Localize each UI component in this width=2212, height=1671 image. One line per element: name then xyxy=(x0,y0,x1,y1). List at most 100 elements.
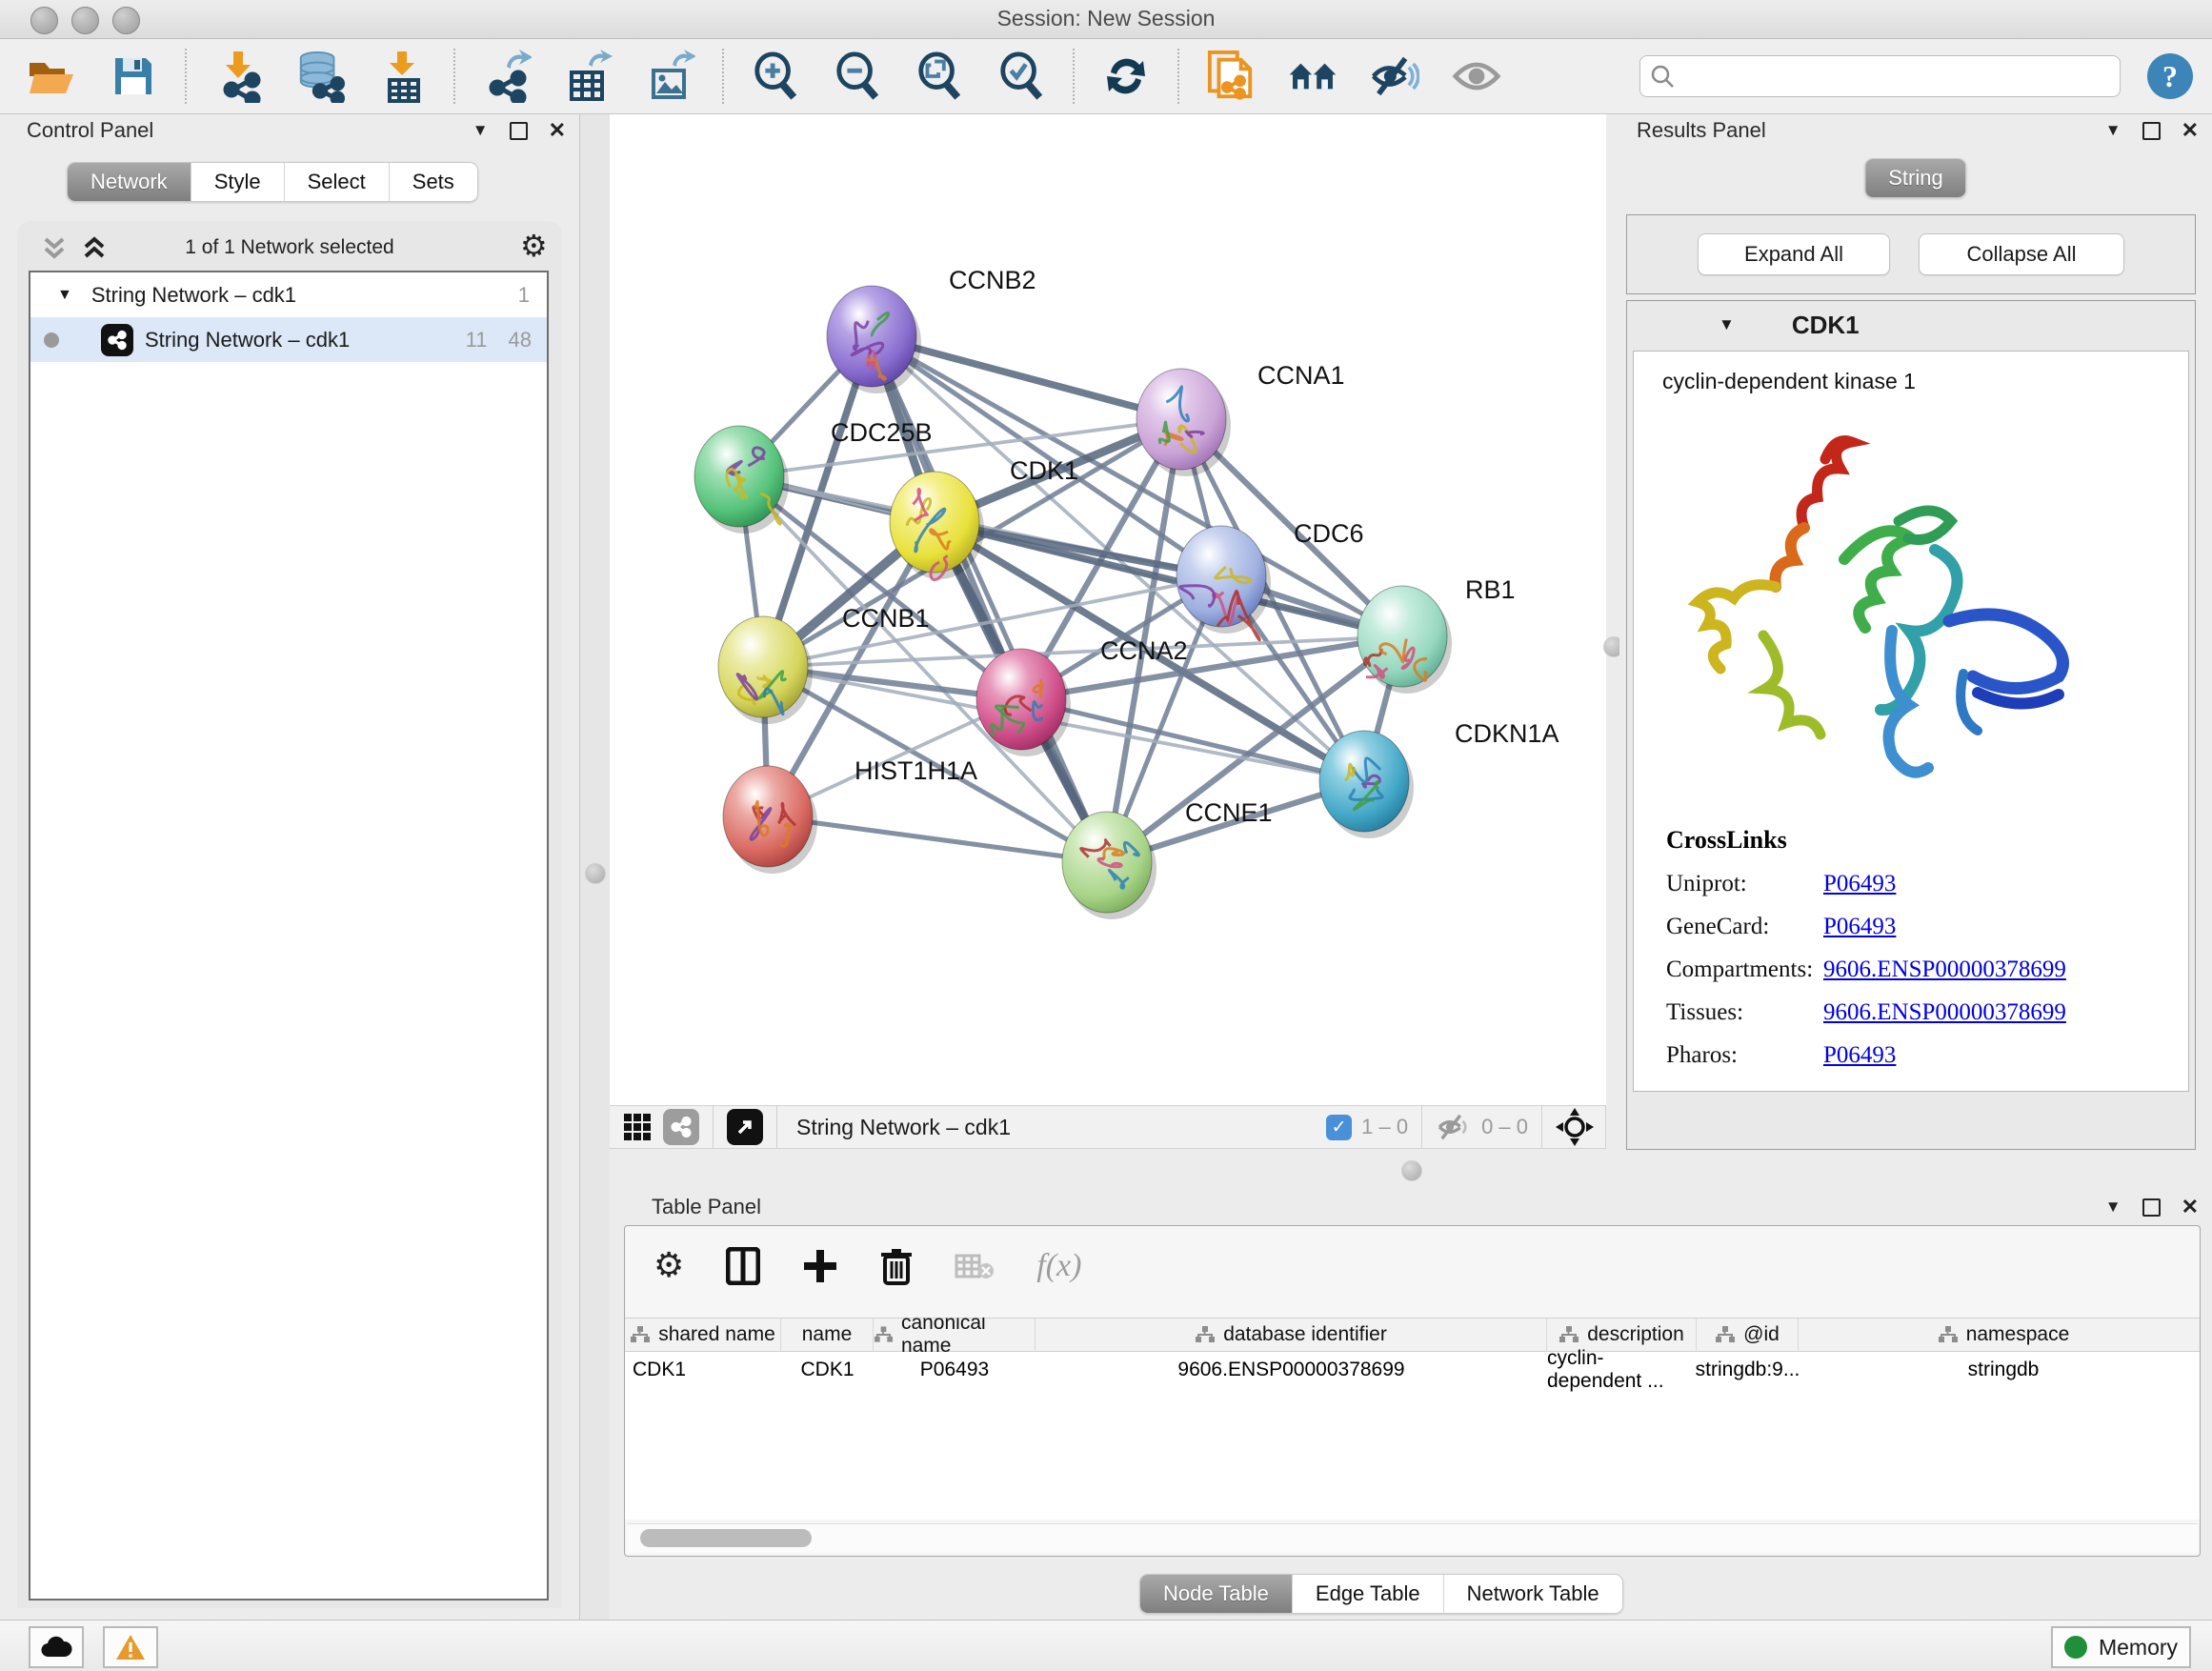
add-column-icon[interactable] xyxy=(802,1248,838,1284)
entry-collapse-icon[interactable]: ▼ xyxy=(1719,315,1735,334)
crosslink-pharos[interactable]: P06493 xyxy=(1823,1042,1896,1069)
export-image-button[interactable] xyxy=(646,51,695,101)
refresh-icon xyxy=(1101,51,1151,101)
float-panel-icon[interactable] xyxy=(2142,1198,2161,1217)
network-node-cdkn1a[interactable]: CDKN1A xyxy=(1319,719,1559,838)
memory-status-button[interactable]: Memory xyxy=(2051,1626,2191,1668)
open-session-button[interactable] xyxy=(27,51,76,101)
zoom-fit-button[interactable] xyxy=(915,51,964,101)
fit-selected-crosshair-icon[interactable] xyxy=(1556,1108,1594,1146)
float-panel-icon[interactable] xyxy=(510,122,528,140)
network-node-hist1h1a[interactable]: HIST1H1A xyxy=(723,756,977,874)
collection-expand-icon[interactable]: ▼ xyxy=(57,287,72,304)
hidden-items-eye-slash-icon[interactable] xyxy=(1436,1113,1472,1141)
network-type-chip-icon[interactable] xyxy=(663,1109,699,1145)
network-graph[interactable]: CCNB2CCNA1CDC25BCDK1CDC6RB1CCNB1CCNA2CDK… xyxy=(610,114,1606,1105)
cell-database-identifier[interactable]: 9606.ENSP00000378699 xyxy=(1036,1352,1547,1387)
tab-node-table[interactable]: Node Table xyxy=(1140,1575,1292,1613)
column-header[interactable]: canonical name xyxy=(874,1319,1036,1351)
table-options-gear-icon[interactable]: ⚙ xyxy=(654,1249,684,1283)
cell-canonical-name[interactable]: P06493 xyxy=(874,1352,1036,1387)
panel-menu-icon[interactable]: ▼ xyxy=(2105,121,2122,140)
refresh-button[interactable] xyxy=(1101,51,1151,101)
column-header[interactable]: database identifier xyxy=(1036,1319,1547,1351)
help-button[interactable]: ? xyxy=(2147,53,2193,99)
column-type-icon xyxy=(630,1325,651,1344)
cloud-status-button[interactable] xyxy=(29,1626,84,1668)
first-neighbors-button[interactable] xyxy=(1288,51,1337,101)
open-in-window-icon[interactable] xyxy=(727,1109,763,1145)
network-selection-status: 1 of 1 Network selected xyxy=(17,236,562,259)
tab-style[interactable]: Style xyxy=(191,163,284,201)
network-row-selected[interactable]: String Network – cdk1 11 48 xyxy=(30,317,547,362)
node-entry-header[interactable]: ▼ CDK1 xyxy=(1627,301,2195,349)
export-table-button[interactable] xyxy=(564,51,613,101)
crosslink-tissues[interactable]: 9606.ENSP00000378699 xyxy=(1823,999,2066,1026)
table-row[interactable]: CDK1 CDK1 P06493 9606.ENSP00000378699 cy… xyxy=(625,1352,2200,1387)
zoom-fit-icon xyxy=(915,50,964,102)
float-panel-icon[interactable] xyxy=(2142,122,2161,140)
panel-menu-icon[interactable]: ▼ xyxy=(473,121,489,140)
table-header-row: shared name name canonical name database… xyxy=(625,1318,2200,1352)
delete-column-trash-icon[interactable] xyxy=(880,1247,913,1285)
network-options-gear-icon[interactable]: ⚙ xyxy=(520,231,548,261)
network-node-cdk1[interactable]: CDK1 xyxy=(890,456,1078,580)
crosslink-genecard[interactable]: P06493 xyxy=(1823,914,1896,940)
tab-string[interactable]: String xyxy=(1865,159,1965,197)
network-node-rb1[interactable]: RB1 xyxy=(1357,575,1516,694)
copy-network-style-button[interactable] xyxy=(1206,51,1256,101)
close-panel-icon[interactable]: ✕ xyxy=(2182,1197,2199,1218)
window-title: Session: New Session xyxy=(0,6,2212,31)
cell-shared-name[interactable]: CDK1 xyxy=(625,1352,781,1387)
import-network-database-button[interactable] xyxy=(295,51,345,101)
save-session-button[interactable] xyxy=(109,51,158,101)
hide-selected-button[interactable] xyxy=(1370,51,1419,101)
network-edge[interactable] xyxy=(768,816,1107,862)
search-box[interactable] xyxy=(1639,55,2121,97)
cell-name[interactable]: CDK1 xyxy=(781,1352,874,1387)
crosslink-uniprot[interactable]: P06493 xyxy=(1823,871,1896,897)
collapse-all-button[interactable]: Collapse All xyxy=(1919,233,2124,275)
crosslink-compartments[interactable]: 9606.ENSP00000378699 xyxy=(1823,956,2066,983)
birds-eye-view-icon[interactable] xyxy=(619,1109,655,1145)
zoom-selected-button[interactable] xyxy=(996,51,1046,101)
column-header[interactable]: name xyxy=(781,1319,874,1351)
node-label: CCNB2 xyxy=(949,266,1036,294)
panel-splitter-vertical[interactable] xyxy=(580,114,610,1620)
cell-description[interactable]: cyclin-dependent ... xyxy=(1547,1352,1697,1387)
column-header[interactable]: shared name xyxy=(625,1319,781,1351)
panel-menu-icon[interactable]: ▼ xyxy=(2105,1198,2122,1217)
tab-edge-table[interactable]: Edge Table xyxy=(1292,1575,1443,1613)
import-table-button[interactable] xyxy=(377,51,427,101)
show-columns-icon[interactable] xyxy=(726,1247,760,1285)
scrollbar-thumb[interactable] xyxy=(640,1529,812,1547)
tab-network[interactable]: Network xyxy=(68,163,191,201)
tab-sets[interactable]: Sets xyxy=(389,163,477,201)
network-node-ccna1[interactable]: CCNA1 xyxy=(1136,361,1345,476)
zoom-out-button[interactable] xyxy=(833,51,882,101)
export-network-button[interactable] xyxy=(482,51,532,101)
import-network-file-button[interactable] xyxy=(213,51,263,101)
search-icon xyxy=(1650,64,1675,89)
zoom-in-button[interactable] xyxy=(751,51,800,101)
tab-network-table[interactable]: Network Table xyxy=(1443,1575,1622,1613)
warnings-button[interactable] xyxy=(103,1626,158,1668)
column-header[interactable]: @id xyxy=(1697,1319,1799,1351)
expand-all-button[interactable]: Expand All xyxy=(1698,233,1890,275)
node-label: CDC6 xyxy=(1294,519,1364,548)
show-all-button[interactable] xyxy=(1452,51,1501,101)
horizontal-scrollbar[interactable] xyxy=(627,1523,2198,1553)
cell-namespace[interactable]: stringdb xyxy=(1799,1352,2200,1387)
network-canvas[interactable]: CCNB2CCNA1CDC25BCDK1CDC6RB1CCNB1CCNA2CDK… xyxy=(610,114,1606,1105)
splitter-handle[interactable] xyxy=(1401,1160,1422,1181)
cell-id[interactable]: stringdb:9... xyxy=(1697,1352,1799,1387)
panel-splitter-vertical[interactable] xyxy=(1606,114,1619,1149)
close-panel-icon[interactable]: ✕ xyxy=(2182,120,2199,141)
tab-select[interactable]: Select xyxy=(284,163,389,201)
close-panel-icon[interactable]: ✕ xyxy=(549,120,566,141)
search-input[interactable] xyxy=(1675,65,2110,89)
selected-items-checkbox-icon[interactable]: ✓ xyxy=(1326,1115,1352,1140)
splitter-handle[interactable] xyxy=(585,863,606,884)
network-collection-row[interactable]: ▼ String Network – cdk1 1 xyxy=(30,272,547,317)
column-header[interactable]: namespace xyxy=(1799,1319,2200,1351)
